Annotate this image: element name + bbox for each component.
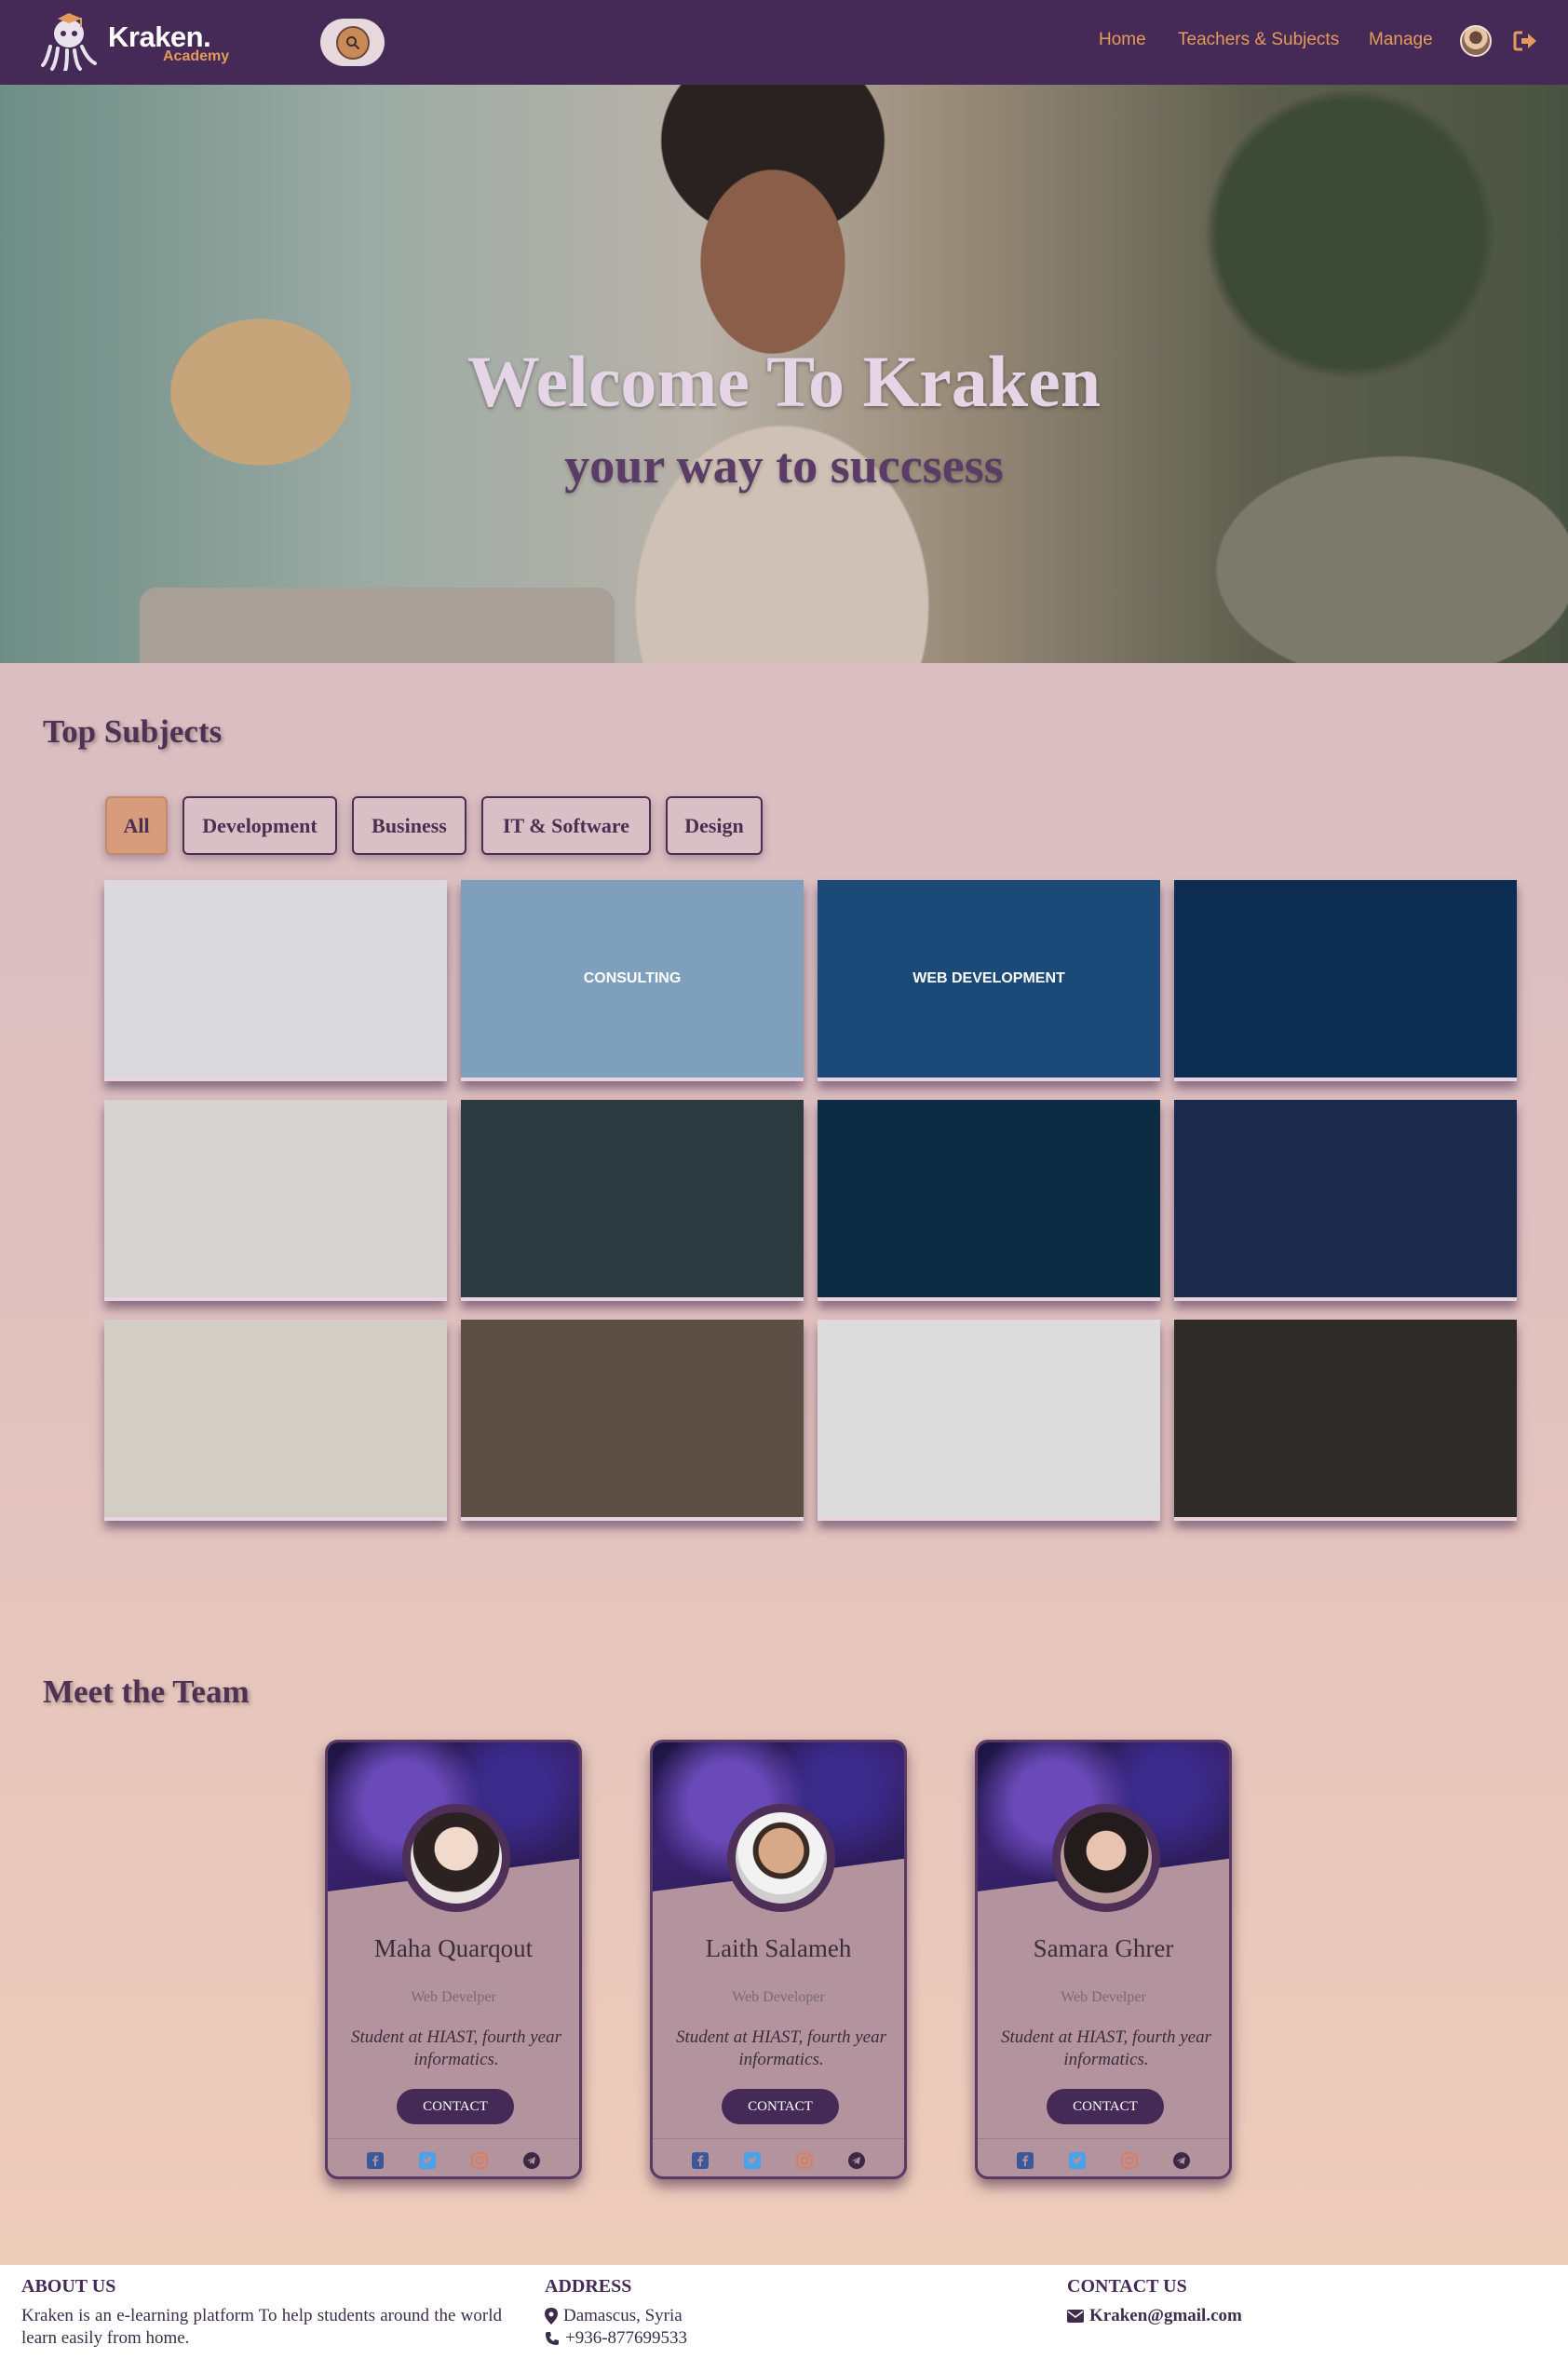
subject-tile-label: WEB DEVELOPMENT	[912, 970, 1065, 986]
user-avatar[interactable]	[1460, 25, 1492, 57]
social-links	[653, 2138, 904, 2176]
subject-tile-label	[104, 880, 447, 1078]
hero-laptop-shape	[140, 588, 615, 663]
subject-tile[interactable]	[1174, 1100, 1517, 1301]
meet-team-heading: Meet the Team	[43, 1674, 250, 1710]
subject-tile[interactable]	[1174, 880, 1517, 1081]
social-links	[978, 2138, 1229, 2176]
subject-tile-label	[818, 1320, 1160, 1517]
nav-home-link[interactable]: Home	[1099, 30, 1146, 50]
nav-manage-link[interactable]: Manage	[1369, 30, 1433, 50]
contact-button[interactable]: CONTACT	[1047, 2089, 1164, 2124]
footer-about: ABOUT US Kraken is an e-learning platfor…	[21, 2265, 502, 2350]
subject-tile[interactable]	[104, 880, 447, 1081]
subject-tile-label	[1174, 1320, 1517, 1517]
member-avatar	[1052, 1804, 1160, 1912]
member-avatar	[727, 1804, 835, 1912]
kraken-logo[interactable]: Kraken. Academy	[41, 7, 237, 73]
filter-business-button[interactable]: Business	[352, 796, 466, 855]
subject-tile[interactable]	[461, 1320, 804, 1521]
footer-about-text: Kraken is an e-learning platform To help…	[21, 2306, 502, 2348]
member-description: Student at HIAST, fourth year informatic…	[350, 2027, 562, 2069]
subject-filters: All Development Business IT & Software D…	[105, 796, 763, 855]
footer-email[interactable]: Kraken@gmail.com	[1089, 2305, 1242, 2327]
filter-development-button[interactable]: Development	[182, 796, 337, 855]
footer-phone[interactable]: +936-877699533	[565, 2327, 687, 2350]
telegram-icon[interactable]	[848, 2152, 865, 2169]
nav-teachers-link[interactable]: Teachers & Subjects	[1178, 30, 1339, 50]
footer-city-line: Damascus, Syria	[545, 2305, 1010, 2327]
footer-email-line: Kraken@gmail.com	[1067, 2305, 1533, 2327]
contact-button[interactable]: CONTACT	[397, 2089, 514, 2124]
subject-tile-label	[104, 1320, 447, 1517]
search-icon	[335, 25, 370, 60]
footer-phone-line: +936-877699533	[545, 2327, 1010, 2350]
member-description: Student at HIAST, fourth year informatic…	[675, 2027, 887, 2069]
member-name: Maha Quarqout	[373, 1934, 534, 1962]
facebook-icon[interactable]	[367, 2152, 384, 2169]
search-button[interactable]	[320, 19, 385, 66]
subject-tile[interactable]	[461, 1100, 804, 1301]
subject-tile[interactable]	[1174, 1320, 1517, 1521]
member-role: Web Developer	[732, 1989, 825, 2005]
envelope-icon	[1067, 2310, 1084, 2323]
hero-title: Welcome To Kraken	[466, 341, 1102, 422]
contact-button[interactable]: CONTACT	[722, 2089, 839, 2124]
octopus-logo-icon	[41, 13, 97, 71]
social-links	[328, 2138, 579, 2176]
footer-contact-title: CONTACT US	[1067, 2276, 1187, 2297]
filter-design-button[interactable]: Design	[666, 796, 763, 855]
footer-about-title: ABOUT US	[21, 2276, 116, 2297]
instagram-icon[interactable]	[796, 2152, 813, 2169]
footer-city: Damascus, Syria	[563, 2306, 683, 2325]
member-role: Web Develper	[1061, 1989, 1146, 2005]
top-subjects-heading: Top Subjects	[43, 713, 223, 750]
instagram-icon[interactable]	[1121, 2152, 1138, 2169]
phone-icon	[546, 2332, 559, 2345]
subject-tile[interactable]: CONSULTING	[461, 880, 804, 1081]
navbar: Kraken. Academy Home Teachers & Subjects…	[0, 0, 1568, 85]
member-description: Student at HIAST, fourth year informatic…	[1000, 2027, 1212, 2069]
subjects-gallery: CONSULTING WEB DEVELOPMENT	[104, 880, 1517, 1521]
footer-address-title: ADDRESS	[545, 2276, 632, 2297]
facebook-icon[interactable]	[692, 2152, 709, 2169]
team-card: Laith Salameh Web Developer Student at H…	[650, 1740, 907, 2179]
subject-tile[interactable]	[818, 1320, 1160, 1521]
subject-tile-label: CONSULTING	[583, 970, 682, 986]
member-avatar	[402, 1804, 510, 1912]
subject-tile-label	[104, 1100, 447, 1297]
footer-contact: CONTACT US Kraken@gmail.com	[1067, 2265, 1533, 2327]
facebook-icon[interactable]	[1017, 2152, 1034, 2169]
footer: ABOUT US Kraken is an e-learning platfor…	[0, 2265, 1568, 2372]
subject-tile-label	[1174, 1100, 1517, 1297]
subject-tile-label	[461, 1320, 804, 1517]
team-card: Maha Quarqout Web Develper Student at HI…	[325, 1740, 582, 2179]
hero-subtitle: your way to succsess	[564, 438, 1004, 494]
hero-banner: Welcome To Kraken your way to succsess	[0, 85, 1568, 663]
subject-tile-label	[1174, 880, 1517, 1078]
footer-address: ADDRESS Damascus, Syria +936-877699533	[545, 2265, 1010, 2350]
telegram-icon[interactable]	[1173, 2152, 1190, 2169]
subject-tile-label	[818, 1100, 1160, 1297]
twitter-icon[interactable]	[419, 2152, 436, 2169]
member-role: Web Develper	[411, 1989, 496, 2005]
subject-tile[interactable]	[818, 1100, 1160, 1301]
filter-it-software-button[interactable]: IT & Software	[481, 796, 651, 855]
team-card: Samara Ghrer Web Develper Student at HIA…	[975, 1740, 1232, 2179]
member-name: Laith Salameh	[705, 1934, 852, 1962]
twitter-icon[interactable]	[744, 2152, 761, 2169]
subject-tile-label	[461, 1100, 804, 1297]
twitter-icon[interactable]	[1069, 2152, 1086, 2169]
brand-subtitle: Academy	[163, 48, 230, 64]
subject-tile[interactable]	[104, 1100, 447, 1301]
telegram-icon[interactable]	[523, 2152, 540, 2169]
subject-tile[interactable]: WEB DEVELOPMENT	[818, 880, 1160, 1081]
logout-icon[interactable]	[1512, 28, 1538, 54]
instagram-icon[interactable]	[471, 2152, 488, 2169]
member-name: Samara Ghrer	[1033, 1934, 1174, 1962]
filter-all-button[interactable]: All	[105, 796, 168, 855]
map-marker-icon	[545, 2308, 558, 2325]
subject-tile[interactable]	[104, 1320, 447, 1521]
